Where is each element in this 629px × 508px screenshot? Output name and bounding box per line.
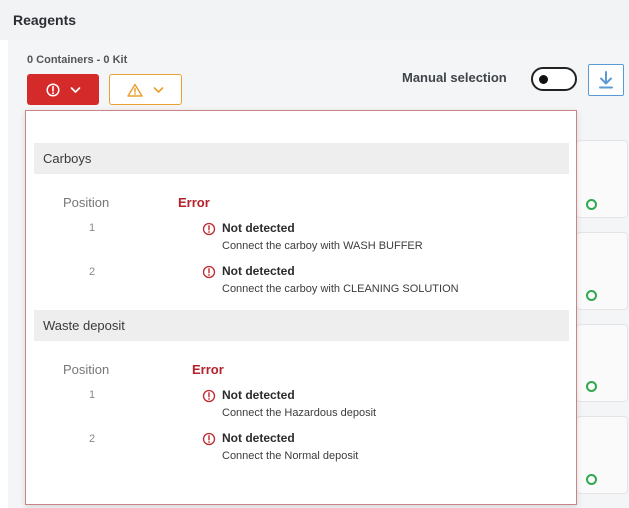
error-circle-icon (202, 389, 216, 403)
error-dropdown: Carboys Position Error 1 Not detected Co… (25, 110, 577, 505)
manual-selection-label: Manual selection (402, 70, 507, 85)
row-position: 1 (89, 222, 96, 234)
warning-filter-button[interactable] (109, 74, 182, 105)
chevron-down-icon (70, 86, 80, 93)
download-button[interactable] (588, 64, 624, 96)
row-status-description: Connect the carboy with WASH BUFFER (222, 240, 423, 252)
row-status-title: Not detected (222, 388, 295, 402)
container-card[interactable] (576, 232, 628, 310)
column-header-position: Position (63, 195, 110, 210)
row-status-title: Not detected (222, 264, 295, 278)
row-position: 2 (89, 433, 96, 445)
row-status-description: Connect the Hazardous deposit (222, 407, 377, 419)
section-header-waste-deposit: Waste deposit (34, 310, 569, 341)
column-header-error: Error (192, 362, 224, 377)
manual-selection-toggle[interactable] (531, 67, 577, 91)
error-circle-icon (202, 265, 216, 279)
chevron-down-icon (153, 86, 164, 93)
toggle-knob (539, 75, 548, 84)
column-header-error: Error (178, 195, 210, 210)
container-card[interactable] (576, 416, 628, 494)
container-card[interactable] (576, 324, 628, 402)
row-status-description: Connect the carboy with CLEANING SOLUTIO… (222, 283, 459, 295)
row-status-title: Not detected (222, 221, 295, 235)
container-card[interactable] (576, 140, 628, 218)
download-icon (599, 71, 613, 89)
status-ok-icon (586, 199, 597, 210)
header-bar: Reagents (0, 0, 629, 40)
section-header-carboys: Carboys (34, 143, 569, 174)
row-position: 2 (89, 266, 96, 278)
column-header-position: Position (63, 362, 110, 377)
page-title: Reagents (13, 12, 77, 28)
error-circle-icon (45, 82, 60, 97)
status-ok-icon (586, 290, 597, 301)
containers-summary: 0 Containers - 0 Kit (27, 54, 128, 66)
status-ok-icon (586, 474, 597, 485)
row-status-title: Not detected (222, 431, 295, 445)
error-circle-icon (202, 222, 216, 236)
error-circle-icon (202, 432, 216, 446)
row-position: 1 (89, 389, 96, 401)
error-filter-button[interactable] (27, 74, 99, 105)
status-ok-icon (586, 381, 597, 392)
row-status-description: Connect the Normal deposit (222, 450, 359, 462)
warning-triangle-icon (127, 83, 143, 97)
